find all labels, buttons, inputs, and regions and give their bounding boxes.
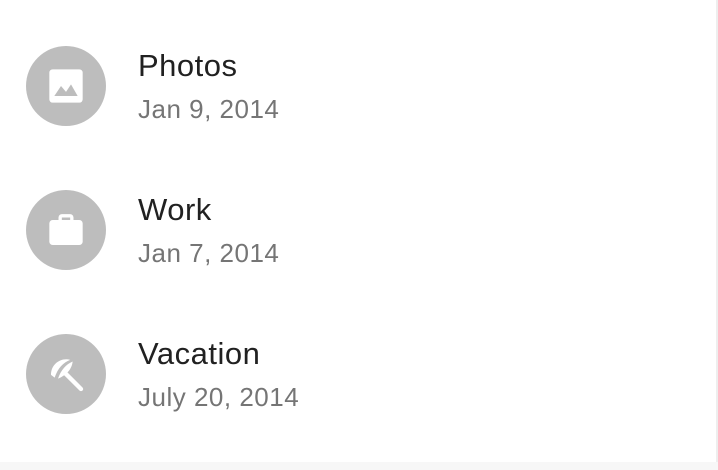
list-item-title: Photos	[138, 48, 238, 83]
list-item-date: Jan 7, 2014	[138, 238, 280, 268]
bottom-edge-divider	[0, 462, 718, 470]
list-item-date: July 20, 2014	[138, 382, 300, 412]
list-item-avatar	[26, 334, 106, 414]
list-item-vacation[interactable]: Vacation July 20, 2014	[0, 302, 716, 446]
list-item-work[interactable]: Work Jan 7, 2014	[0, 158, 716, 302]
list-item-date: Jan 9, 2014	[138, 94, 280, 124]
list-item-avatar	[26, 46, 106, 126]
beach-umbrella-icon	[51, 359, 84, 392]
image-icon	[49, 69, 83, 103]
folder-list: Photos Jan 9, 2014 Work Jan 7, 2014 Vaca…	[0, 0, 718, 470]
list-item-title: Work	[138, 192, 212, 227]
briefcase-icon	[49, 214, 83, 245]
list-item-photos[interactable]: Photos Jan 9, 2014	[0, 14, 716, 158]
list-item-avatar	[26, 190, 106, 270]
list-item-title: Vacation	[138, 336, 261, 371]
